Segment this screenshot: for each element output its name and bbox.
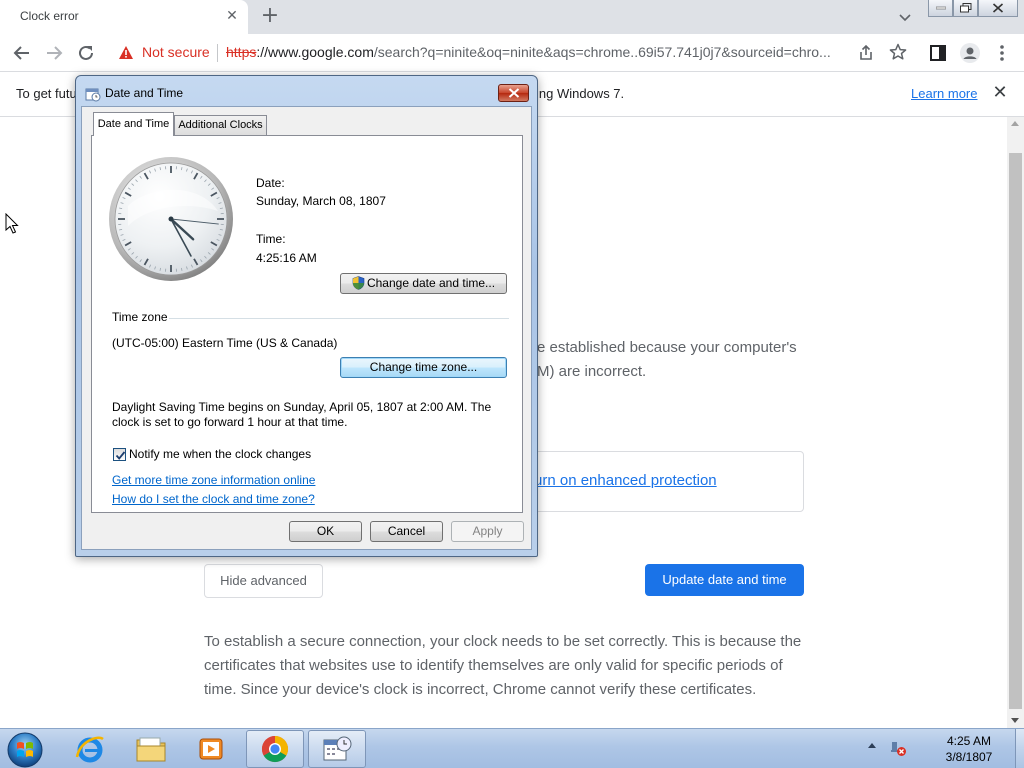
scroll-thumb[interactable] xyxy=(1009,153,1022,709)
profile-icon[interactable] xyxy=(958,41,982,65)
system-clock-date: 3/8/1807 xyxy=(945,750,993,764)
dialog-title: Date and Time xyxy=(105,86,184,100)
time-value: 4:25:16 AM xyxy=(256,251,317,265)
ok-button[interactable]: OK xyxy=(289,521,362,542)
tab-close-icon[interactable]: ✕ xyxy=(222,6,242,26)
timezone-header: Time zone xyxy=(112,310,168,324)
omnibox[interactable]: Not secure https://www.google.com/search… xyxy=(110,38,916,67)
new-tab-icon[interactable]: + xyxy=(258,4,282,28)
warning-icon[interactable] xyxy=(118,45,134,60)
tab-title: Clock error xyxy=(20,9,79,23)
star-icon[interactable] xyxy=(888,42,908,62)
chrome-icon[interactable] xyxy=(246,730,304,768)
tray-overflow-icon[interactable] xyxy=(868,743,876,748)
mouse-cursor-icon xyxy=(5,213,19,234)
file-explorer-icon[interactable] xyxy=(122,730,180,768)
tab-search-icon[interactable] xyxy=(894,6,916,28)
change-time-zone-button[interactable]: Change time zone... xyxy=(340,357,507,378)
checkmark-icon xyxy=(115,451,126,460)
date-label: Date: xyxy=(256,176,285,190)
calendar-clock-icon xyxy=(85,88,101,102)
taskbar: 4:25 AM 3/8/1807 xyxy=(0,728,1024,768)
scroll-down-arrow-icon[interactable] xyxy=(1011,718,1019,723)
back-icon[interactable] xyxy=(10,41,34,65)
dialog-body: Date and Time Additional Clocks Date: Su… xyxy=(81,106,532,550)
error-text-line2: M) are incorrect. xyxy=(537,363,647,380)
restore-icon[interactable] xyxy=(953,0,978,17)
error-text-line1: e established because your computer's xyxy=(537,339,797,356)
date-time-icon[interactable] xyxy=(308,730,366,768)
omnibox-separator xyxy=(217,44,218,62)
start-button-icon[interactable] xyxy=(6,731,44,768)
timezone-divider xyxy=(169,318,509,319)
url-text[interactable]: https://www.google.com/search?q=ninite&o… xyxy=(226,44,831,60)
network-error-icon[interactable] xyxy=(889,739,907,757)
minimize-icon[interactable] xyxy=(928,0,953,17)
tab-additional-clocks[interactable]: Additional Clocks xyxy=(174,115,267,136)
tab-clock-error[interactable]: Clock error ✕ xyxy=(0,0,248,34)
internet-explorer-icon[interactable] xyxy=(61,730,119,768)
cancel-button[interactable]: Cancel xyxy=(370,521,443,542)
url-path: /search?q=ninite&oq=ninite&aqs=chrome..6… xyxy=(373,44,831,60)
dst-text-line1: Daylight Saving Time begins on Sunday, A… xyxy=(112,400,492,414)
uac-shield-icon xyxy=(352,276,365,290)
tab-date-and-time[interactable]: Date and Time xyxy=(93,112,174,136)
tab-strip: Clock error ✕ + xyxy=(0,0,1024,34)
system-clock-time: 4:25 AM xyxy=(946,734,992,748)
side-panel-icon[interactable] xyxy=(926,41,950,65)
dst-text-line2: clock is set to go forward 1 hour at tha… xyxy=(112,415,348,429)
dialog-close-icon[interactable] xyxy=(498,84,529,102)
forward-icon[interactable] xyxy=(42,41,66,65)
menu-icon[interactable] xyxy=(990,41,1014,65)
page-scrollbar[interactable] xyxy=(1007,117,1024,728)
more-timezone-info-link[interactable]: Get more time zone information online xyxy=(112,473,315,487)
url-scheme: https xyxy=(226,44,257,60)
time-label: Time: xyxy=(256,232,286,246)
learn-more-link[interactable]: Learn more xyxy=(911,86,977,101)
explanation-paragraph: To establish a secure connection, your c… xyxy=(204,633,802,698)
notify-checkbox[interactable] xyxy=(113,448,126,461)
reload-icon[interactable] xyxy=(74,41,98,65)
timezone-value: (UTC-05:00) Eastern Time (US & Canada) xyxy=(112,336,338,350)
update-date-time-button[interactable]: Update date and time xyxy=(645,564,804,596)
analog-clock xyxy=(109,157,233,281)
scroll-up-arrow-icon[interactable] xyxy=(1011,121,1019,126)
infobar-close-icon[interactable]: ✕ xyxy=(990,83,1010,103)
not-secure-label[interactable]: Not secure xyxy=(142,44,210,60)
date-time-dialog: Date and Time Date and Time Additional C… xyxy=(75,75,538,557)
how-to-set-clock-link[interactable]: How do I set the clock and time zone? xyxy=(112,492,315,506)
infobar-text-start: To get futu xyxy=(16,86,77,101)
url-host: ://www.google.com xyxy=(256,44,374,60)
share-icon[interactable] xyxy=(856,43,876,63)
system-clock[interactable]: 4:25 AM 3/8/1807 xyxy=(924,733,1014,765)
change-date-time-label: Change date and time... xyxy=(366,276,496,290)
browser-toolbar: Not secure https://www.google.com/search… xyxy=(0,34,1024,71)
enhanced-protection-link[interactable]: urn on enhanced protection xyxy=(534,472,717,489)
date-time-panel: Date: Sunday, March 08, 1807 Time: 4:25:… xyxy=(91,135,523,513)
change-date-time-button[interactable]: Change date and time... xyxy=(340,273,507,294)
date-value: Sunday, March 08, 1807 xyxy=(256,194,386,208)
infobar-text-end: ing Windows 7. xyxy=(536,86,625,101)
apply-button[interactable]: Apply xyxy=(451,521,524,542)
show-desktop-button[interactable] xyxy=(1015,729,1024,768)
hide-advanced-button[interactable]: Hide advanced xyxy=(204,564,323,598)
notify-label[interactable]: Notify me when the clock changes xyxy=(129,447,311,461)
window-close-icon[interactable] xyxy=(978,0,1018,17)
media-player-icon[interactable] xyxy=(183,730,241,768)
